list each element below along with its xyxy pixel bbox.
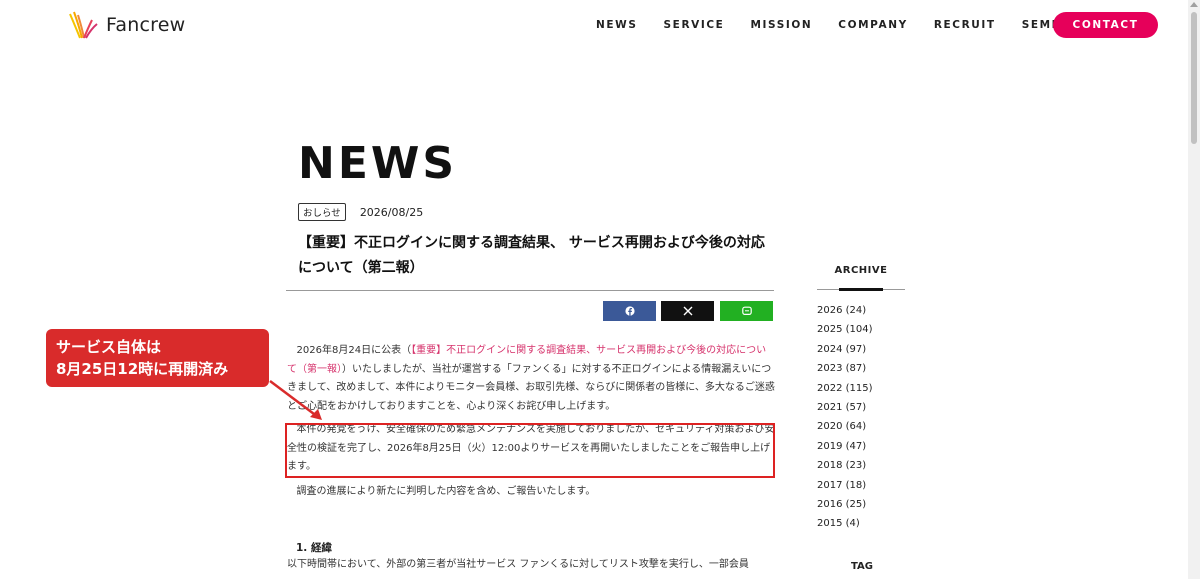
article-paragraph-1: 2026年8月24日に公表（【重要】不正ログインに関する調査結果、サービス再開お… bbox=[287, 342, 775, 416]
archive-item[interactable]: 2022 (115) bbox=[817, 379, 873, 398]
share-facebook-button[interactable] bbox=[603, 301, 656, 321]
contact-button[interactable]: CONTACT bbox=[1053, 12, 1158, 38]
article-meta: おしらせ 2026/08/25 bbox=[298, 203, 423, 221]
share-x-button[interactable] bbox=[661, 301, 714, 321]
article-title: 【重要】不正ログインに関する調査結果、 サービス再開および今後の対応について（第… bbox=[298, 235, 765, 276]
highlight-box bbox=[285, 423, 775, 478]
title-divider bbox=[286, 290, 774, 291]
nav-service[interactable]: SERVICE bbox=[664, 19, 725, 31]
annotation-line-2: 8月25日12時に再開済み bbox=[56, 360, 229, 378]
site-header: Fancrew NEWS SERVICE MISSION COMPANY REC… bbox=[0, 0, 1200, 52]
page-title: NEWS bbox=[298, 138, 458, 189]
article-paragraph-4: 以下時間帯において、外部の第三者が当社サービス ファンくるに対してリスト攻撃を実… bbox=[287, 559, 749, 570]
page-scrollbar[interactable] bbox=[1188, 0, 1200, 579]
paragraph-1-prefix: 2026年8月24日に公表（ bbox=[296, 345, 412, 356]
archive-item[interactable]: 2020 (64) bbox=[817, 417, 873, 436]
nav-recruit[interactable]: RECRUIT bbox=[934, 19, 996, 31]
logo-text: Fancrew bbox=[106, 14, 186, 36]
archive-item[interactable]: 2026 (24) bbox=[817, 301, 873, 320]
archive-item[interactable]: 2017 (18) bbox=[817, 476, 873, 495]
annotation-line-1: サービス自体は bbox=[56, 338, 162, 356]
facebook-icon bbox=[624, 306, 635, 316]
annotation-callout: サービス自体は 8月25日12時に再開済み bbox=[46, 329, 269, 387]
scroll-thumb[interactable] bbox=[1191, 12, 1197, 144]
archive-title: ARCHIVE bbox=[834, 265, 888, 276]
section-heading: 1. 経緯 bbox=[296, 542, 332, 554]
nav-company[interactable]: COMPANY bbox=[838, 19, 908, 31]
annotation-arrow-icon bbox=[269, 380, 322, 420]
archive-item[interactable]: 2018 (23) bbox=[817, 456, 873, 475]
archive-item[interactable]: 2021 (57) bbox=[817, 398, 873, 417]
archive-item[interactable]: 2015 (4) bbox=[817, 514, 873, 533]
main-nav: NEWS SERVICE MISSION COMPANY RECRUIT SEM… bbox=[596, 0, 1113, 50]
article-paragraph-3: 調査の進展により新たに判明した内容を含め、ご報告いたします。 bbox=[287, 483, 775, 502]
tag-title: TAG bbox=[851, 561, 873, 572]
archive-item[interactable]: 2019 (47) bbox=[817, 437, 873, 456]
article-date: 2026/08/25 bbox=[359, 205, 424, 219]
archive-item[interactable]: 2025 (104) bbox=[817, 320, 873, 339]
archive-list: 2026 (24) 2025 (104) 2024 (97) 2023 (87)… bbox=[817, 301, 873, 534]
category-tag[interactable]: おしらせ bbox=[298, 203, 346, 221]
nav-news[interactable]: NEWS bbox=[596, 19, 638, 31]
archive-divider-accent bbox=[839, 288, 883, 291]
paragraph-3-text: 調査の進展により新たに判明した内容を含め、ご報告いたします。 bbox=[296, 486, 596, 497]
archive-item[interactable]: 2023 (87) bbox=[817, 359, 873, 378]
share-line-button[interactable] bbox=[720, 301, 773, 321]
archive-item[interactable]: 2016 (25) bbox=[817, 495, 873, 514]
logo[interactable]: Fancrew bbox=[66, 9, 185, 41]
paragraph-1-suffix: ）いたしましたが、当社が運営する「ファンくる」に対する不正ログインによる情報漏え… bbox=[287, 363, 775, 412]
nav-mission[interactable]: MISSION bbox=[750, 19, 812, 31]
fancrew-logo-icon bbox=[69, 11, 98, 39]
line-icon bbox=[741, 306, 752, 315]
x-icon bbox=[683, 306, 692, 316]
archive-item[interactable]: 2024 (97) bbox=[817, 340, 873, 359]
scroll-up-icon[interactable] bbox=[1190, 2, 1198, 7]
